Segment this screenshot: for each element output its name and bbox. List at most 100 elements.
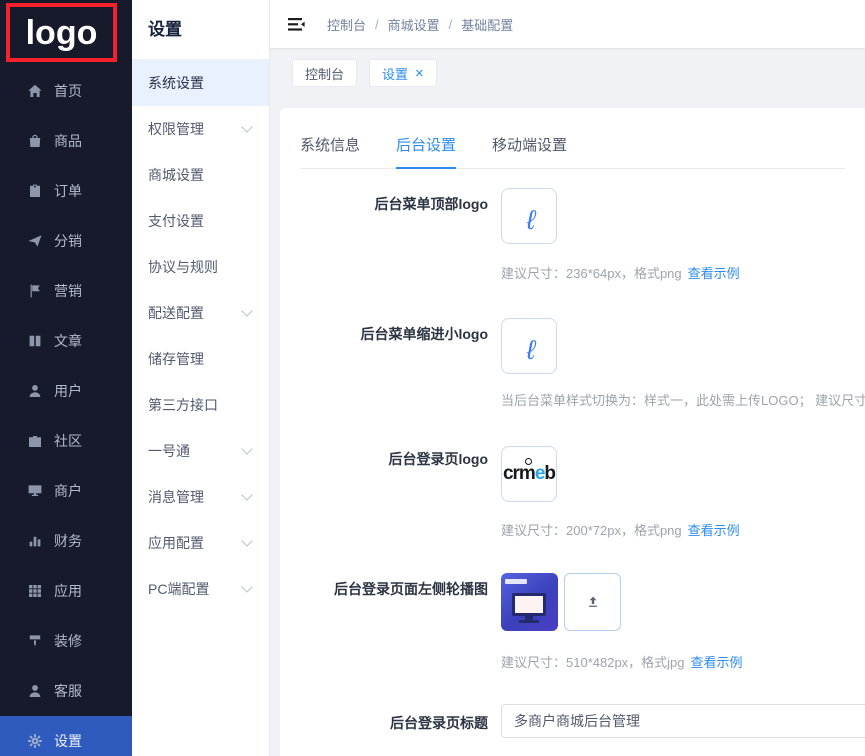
- sidebar-item-distribution[interactable]: 分销: [0, 216, 132, 266]
- main-nav: 首页 商品 订单 分销 营销 文章: [0, 66, 132, 756]
- upload-carousel-button[interactable]: [564, 573, 621, 631]
- submenu-item-system-settings[interactable]: 系统设置: [132, 60, 269, 106]
- field-hint: 建议尺寸：510*482px，格式jpg查看示例: [501, 652, 743, 671]
- home-icon: [27, 83, 43, 99]
- sidebar-item-community[interactable]: 社区: [0, 416, 132, 466]
- articles-icon: [27, 333, 43, 349]
- view-example-link[interactable]: 查看示例: [691, 655, 743, 670]
- upload-login-logo[interactable]: crmeb: [501, 446, 557, 502]
- submenu-item-agreement-rules[interactable]: 协议与规则: [132, 244, 269, 290]
- sidebar-item-label: 首页: [54, 81, 82, 101]
- breadcrumb-separator: /: [449, 17, 453, 32]
- field-label-login-logo: 后台登录页logo: [280, 449, 488, 469]
- sidebar-item-label: 财务: [54, 531, 82, 551]
- submenu-item-message[interactable]: 消息管理: [132, 474, 269, 520]
- crmeb-logo-ring: [525, 458, 532, 465]
- finance-icon: [27, 533, 43, 549]
- apps-icon: [27, 583, 43, 599]
- field-label-login-title: 后台登录页标题: [280, 713, 488, 733]
- chevron-down-icon: [241, 535, 252, 546]
- sidebar-item-label: 设置: [54, 731, 82, 751]
- view-example-link[interactable]: 查看示例: [688, 266, 740, 281]
- field-label-menu-top-logo: 后台菜单顶部logo: [280, 194, 488, 214]
- merchants-icon: [27, 483, 43, 499]
- marketing-icon: [27, 283, 43, 299]
- carousel-image-thumbnail[interactable]: [501, 573, 558, 631]
- tab-system-info[interactable]: 系统信息: [300, 134, 360, 168]
- goods-icon: [27, 133, 43, 149]
- chevron-down-icon: [241, 121, 252, 132]
- sidebar-item-label: 社区: [54, 431, 82, 451]
- admin-page: logo 首页 商品 订单 分销 营销: [0, 0, 865, 756]
- sidebar-item-label: 客服: [54, 681, 82, 701]
- sidebar-item-apps[interactable]: 应用: [0, 566, 132, 616]
- service-icon: [27, 683, 43, 699]
- breadcrumb-item[interactable]: 控制台: [327, 15, 366, 34]
- submenu-item-pc-config[interactable]: PC端配置: [132, 566, 269, 612]
- tag-settings[interactable]: 设置 ×: [369, 59, 437, 87]
- sidebar-item-orders[interactable]: 订单: [0, 166, 132, 216]
- sidebar-item-home[interactable]: 首页: [0, 66, 132, 116]
- field-hint: 当后台菜单样式切换为：样式一，此处需上传LOGO； 建议尺寸: [501, 390, 865, 409]
- breadcrumb-item-current: 基础配置: [461, 15, 513, 34]
- main-content: 控制台 / 商城设置 / 基础配置 控制台 设置 × 系统信息 后台设置 移动端…: [270, 0, 865, 756]
- breadcrumb-item[interactable]: 商城设置: [388, 15, 440, 34]
- sidebar-item-label: 应用: [54, 581, 82, 601]
- sidebar-item-label: 装修: [54, 631, 82, 651]
- sidebar-item-marketing[interactable]: 营销: [0, 266, 132, 316]
- open-tags-bar: 控制台 设置 ×: [270, 48, 865, 109]
- field-label-login-carousel: 后台登录页面左侧轮播图: [280, 579, 488, 599]
- submenu-item-app-config[interactable]: 应用配置: [132, 520, 269, 566]
- users-icon: [27, 383, 43, 399]
- sidebar-item-finance[interactable]: 财务: [0, 516, 132, 566]
- tab-backend-settings[interactable]: 后台设置: [396, 134, 456, 169]
- menu-fold-icon[interactable]: [288, 17, 305, 32]
- submenu-item-permission[interactable]: 权限管理: [132, 106, 269, 152]
- submenu-item-delivery-config[interactable]: 配送配置: [132, 290, 269, 336]
- upload-icon: [585, 595, 601, 609]
- thumbnail-caption-bar: [505, 579, 527, 584]
- field-hint: 建议尺寸：200*72px，格式png查看示例: [501, 520, 740, 539]
- sidebar-item-goods[interactable]: 商品: [0, 116, 132, 166]
- submenu-item-payment[interactable]: 支付设置: [132, 198, 269, 244]
- submenu-title: 设置: [132, 0, 269, 60]
- submenu-item-yihaotong[interactable]: 一号通: [132, 428, 269, 474]
- sidebar-item-label: 商品: [54, 131, 82, 151]
- uploaded-logo-image: ℓ: [527, 337, 536, 364]
- sidebar-item-label: 用户: [54, 381, 82, 401]
- app-logo: logo: [26, 16, 98, 50]
- close-icon[interactable]: ×: [415, 66, 424, 81]
- monitor-illustration: [512, 593, 546, 616]
- sidebar-item-articles[interactable]: 文章: [0, 316, 132, 366]
- view-example-link[interactable]: 查看示例: [688, 523, 740, 538]
- upload-menu-small-logo[interactable]: ℓ: [501, 318, 557, 374]
- tab-mobile-settings[interactable]: 移动端设置: [492, 134, 567, 168]
- crmeb-logo-image: crmeb: [503, 463, 555, 485]
- sidebar-item-label: 营销: [54, 281, 82, 301]
- settings-card: 系统信息 后台设置 移动端设置 后台菜单顶部logo ℓ 建议尺寸：236*64…: [280, 108, 865, 756]
- top-header: 控制台 / 商城设置 / 基础配置: [270, 0, 865, 48]
- chevron-down-icon: [241, 581, 252, 592]
- sidebar-item-service[interactable]: 客服: [0, 666, 132, 716]
- sidebar-item-decoration[interactable]: 装修: [0, 616, 132, 666]
- settings-tabs: 系统信息 后台设置 移动端设置: [300, 134, 845, 169]
- sidebar-item-merchants[interactable]: 商户: [0, 466, 132, 516]
- sidebar-item-label: 商户: [54, 481, 82, 501]
- sidebar-item-label: 订单: [54, 181, 82, 201]
- uploaded-logo-image: ℓ: [527, 207, 536, 234]
- orders-icon: [27, 183, 43, 199]
- submenu-item-mall-settings[interactable]: 商城设置: [132, 152, 269, 198]
- chevron-down-icon: [241, 305, 252, 316]
- annotation-highlight-box: logo: [6, 3, 117, 62]
- main-sidebar: logo 首页 商品 订单 分销 营销: [0, 0, 132, 756]
- upload-menu-top-logo[interactable]: ℓ: [501, 188, 557, 244]
- sidebar-item-label: 文章: [54, 331, 82, 351]
- submenu-item-third-party[interactable]: 第三方接口: [132, 382, 269, 428]
- submenu-item-storage[interactable]: 储存管理: [132, 336, 269, 382]
- login-title-input[interactable]: [501, 704, 865, 738]
- sidebar-item-settings[interactable]: 设置: [0, 716, 132, 756]
- field-hint: 建议尺寸：236*64px，格式png查看示例: [501, 263, 740, 282]
- decoration-icon: [27, 633, 43, 649]
- tag-console[interactable]: 控制台: [292, 59, 357, 87]
- sidebar-item-users[interactable]: 用户: [0, 366, 132, 416]
